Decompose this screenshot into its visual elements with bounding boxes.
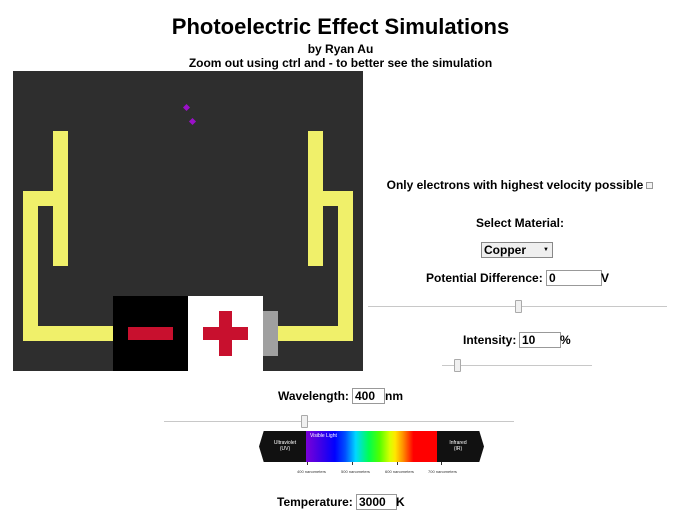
intensity-input[interactable]: 10 [519, 332, 561, 348]
author-credit: by Ryan Au [307, 42, 374, 56]
material-value: Copper [484, 243, 526, 257]
wavelength-unit: nm [385, 389, 403, 403]
right-wire-vertical [338, 191, 353, 341]
velocity-option-row: Only electrons with highest velocity pos… [370, 178, 670, 192]
wavelength-input[interactable]: 400 [352, 388, 385, 404]
electron [182, 103, 191, 112]
minus-icon [128, 327, 173, 340]
intensity-slider-thumb[interactable] [454, 359, 461, 372]
page-title: Photoelectric Effect Simulations [171, 14, 510, 39]
temperature-unit: K [396, 495, 405, 509]
velocity-option-label: Only electrons with highest velocity pos… [386, 178, 644, 192]
potential-label: Potential Difference: [426, 271, 543, 285]
electron [188, 117, 197, 126]
material-select[interactable]: Copper ▼ [481, 242, 553, 258]
potential-input[interactable]: 0 [546, 270, 602, 286]
potential-slider-thumb[interactable] [514, 300, 522, 313]
wavelength-label: Wavelength: [278, 389, 349, 403]
left-wire-bottom [23, 326, 113, 341]
visible-label: Visible Light [310, 433, 337, 439]
intensity-label: Intensity: [463, 333, 517, 347]
zoom-hint: Zoom out using ctrl and - to better see … [188, 56, 493, 70]
chevron-down-icon: ▼ [543, 247, 549, 253]
spectrum-tick-label: 400 nanometers [297, 469, 326, 474]
battery-positive-terminal [188, 296, 263, 371]
battery-cap [263, 311, 278, 356]
temperature-label: Temperature: [277, 495, 353, 509]
material-label: Select Material: [475, 216, 565, 230]
simulation-canvas [13, 71, 363, 371]
wavelength-slider-track[interactable] [164, 421, 514, 422]
intensity-unit: % [560, 333, 571, 347]
spectrum-tick [307, 462, 308, 465]
uv-abbr: (UV) [279, 446, 291, 452]
potential-unit: V [601, 271, 610, 285]
spectrum-tick [397, 462, 398, 465]
ultraviolet-band: Ultraviolet (UV) [259, 431, 306, 462]
electromagnetic-spectrum: Ultraviolet (UV) Visible Light Infrared … [259, 431, 484, 462]
infrared-band: Infrared (IR) [437, 431, 484, 462]
spectrum-tick-label: 500 nanometers [341, 469, 370, 474]
intensity-slider-track[interactable] [442, 365, 592, 366]
spectrum-tick [352, 462, 353, 465]
ir-abbr: (IR) [453, 446, 463, 452]
battery-negative-terminal [113, 296, 188, 371]
visible-band: Visible Light [306, 431, 437, 462]
spectrum-tick-label: 700 nanometers [428, 469, 457, 474]
velocity-checkbox[interactable] [646, 182, 654, 190]
spectrum-tick-label: 600 nanometers [385, 469, 414, 474]
spectrum-tick [441, 462, 442, 465]
wavelength-slider-thumb[interactable] [301, 415, 308, 428]
temperature-input[interactable]: 3000 [356, 494, 397, 510]
left-wire-vertical [23, 191, 38, 341]
